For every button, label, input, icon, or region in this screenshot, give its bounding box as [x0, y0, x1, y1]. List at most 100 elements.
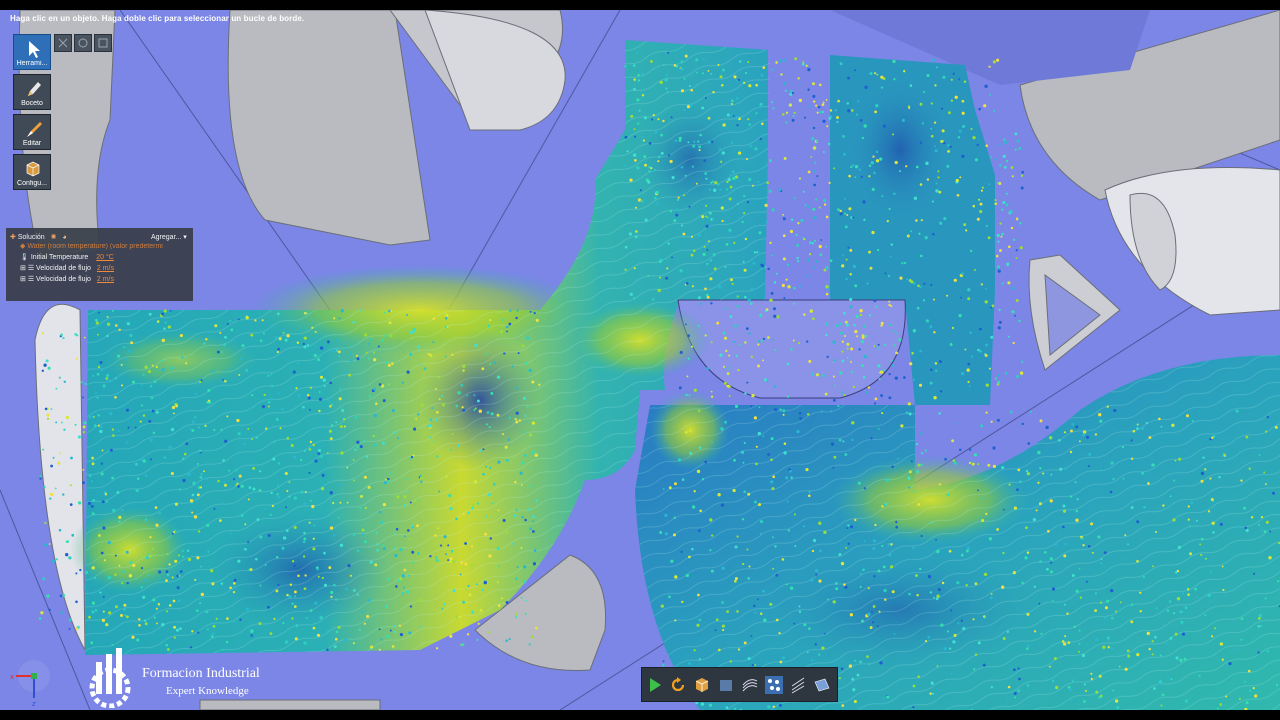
flow-particle [829, 259, 833, 262]
flow-particle [950, 78, 953, 81]
flow-particle [1204, 557, 1207, 560]
flow-particle [181, 549, 184, 552]
flow-particle [1240, 479, 1243, 482]
flow-particle [888, 300, 891, 303]
tool-configuracion-button[interactable]: Configu... [13, 154, 51, 190]
item-value[interactable]: 2 m/s [97, 276, 114, 283]
flow-particle [42, 448, 45, 451]
flow-velocity-row-1[interactable]: ⊞ ☰ Velocidad de flujo 2 m/s [20, 264, 114, 272]
flow-particle [317, 452, 321, 455]
flow-particle [114, 554, 117, 557]
item-value[interactable]: 20 °C [96, 254, 114, 261]
flow-particle [511, 542, 514, 545]
flow-particle [718, 147, 722, 151]
item-label: Velocidad de flujo [36, 265, 91, 272]
flow-particle [1151, 640, 1154, 643]
flow-particle [992, 464, 997, 469]
rotate-view-icon [78, 38, 88, 48]
flow-particle [308, 521, 311, 524]
zoom-view-button[interactable] [94, 34, 112, 52]
flow-particle [751, 393, 755, 398]
flow-particle [774, 349, 777, 352]
flow-particle [401, 574, 405, 578]
flow-particle [873, 299, 877, 303]
cube-icon[interactable] [693, 676, 711, 694]
flow-lines-icon[interactable] [789, 676, 807, 694]
flow-particle [337, 516, 340, 519]
material-label: Water (room temperature) (valor predeter… [27, 243, 163, 250]
play-icon[interactable] [646, 676, 664, 694]
flow-particle [766, 181, 769, 184]
flow-particle [841, 350, 844, 353]
flow-velocity-row-2[interactable]: ⊞ ☰ Velocidad de flujo 2 m/s [20, 275, 114, 283]
flow-particle [1037, 481, 1040, 484]
flow-particle [331, 349, 335, 353]
flow-particle [985, 224, 988, 228]
sun-icon[interactable]: ✺ [51, 234, 57, 241]
material-row[interactable]: ◆ Water (room temperature) (valor predet… [20, 242, 163, 250]
flow-particle [833, 167, 836, 170]
flow-particle [1106, 405, 1109, 408]
flow-particle [318, 409, 321, 413]
flow-particle [630, 114, 634, 118]
flow-particle [823, 632, 826, 635]
flow-particle [521, 344, 525, 347]
flow-particle [757, 364, 760, 368]
flow-particle [657, 288, 661, 293]
cfd-scene[interactable] [0, 10, 1280, 710]
flow-particle [859, 309, 863, 313]
flow-particle [171, 405, 176, 410]
flow-particle [478, 409, 482, 413]
flow-particle [744, 341, 747, 344]
flow-particle [889, 255, 892, 258]
refresh-icon[interactable] [669, 676, 687, 694]
initial-temperature-row[interactable]: 🌡︎ Initial Temperature 20 °C [20, 253, 114, 261]
tool-boceto-button[interactable]: Boceto [13, 74, 51, 110]
flow-particle [724, 307, 727, 310]
flow-particle [316, 633, 321, 637]
flow-particle [293, 590, 297, 594]
flow-particle [224, 380, 227, 383]
flow-particle [1070, 699, 1073, 702]
rotate-view-button[interactable] [74, 34, 92, 52]
flow-particle [850, 360, 852, 363]
flow-particle [1180, 620, 1184, 624]
flow-particle [1266, 649, 1270, 653]
flow-particle [52, 456, 55, 459]
plane-icon[interactable] [813, 676, 831, 694]
flow-particle [502, 433, 505, 436]
flow-particle [485, 423, 488, 426]
flow-particle [691, 285, 694, 288]
item-value[interactable]: 2 m/s [97, 265, 114, 272]
flow-particle [95, 318, 98, 322]
expand-icon[interactable]: ⊞ [20, 265, 28, 272]
viewport[interactable]: Haga clic en un objeto. Haga doble clic … [0, 10, 1280, 710]
flow-particle [330, 639, 333, 642]
flow-particle [46, 413, 50, 417]
palette-icon[interactable]: ◕ [62, 234, 66, 241]
flow-particle [684, 430, 688, 434]
particles-icon[interactable] [765, 676, 783, 694]
flow-particle [791, 118, 795, 122]
add-dropdown[interactable]: Agregar... ▾ [151, 233, 187, 241]
flow-particle [88, 474, 92, 477]
select-mode-button[interactable] [54, 34, 72, 52]
flow-particle [444, 355, 447, 358]
flow-particle [358, 628, 361, 631]
flow-particle [530, 484, 533, 488]
flow-particle [395, 527, 399, 531]
box-icon[interactable] [717, 676, 735, 694]
flow-particle [912, 546, 915, 550]
flow-particle [737, 78, 741, 82]
tool-herramientas-button[interactable]: Herrami... [13, 34, 51, 70]
flow-particle [1013, 691, 1017, 696]
flow-particle [704, 97, 707, 99]
expand-icon[interactable]: ⊞ [20, 276, 28, 283]
flow-particle [1166, 676, 1170, 680]
flow-particle [55, 387, 58, 390]
axis-triad[interactable]: x z [6, 646, 54, 706]
flow-particle [44, 407, 48, 411]
streamlines-icon[interactable] [741, 676, 759, 694]
flow-particle [123, 608, 126, 611]
tool-editar-button[interactable]: Editar [13, 114, 51, 150]
